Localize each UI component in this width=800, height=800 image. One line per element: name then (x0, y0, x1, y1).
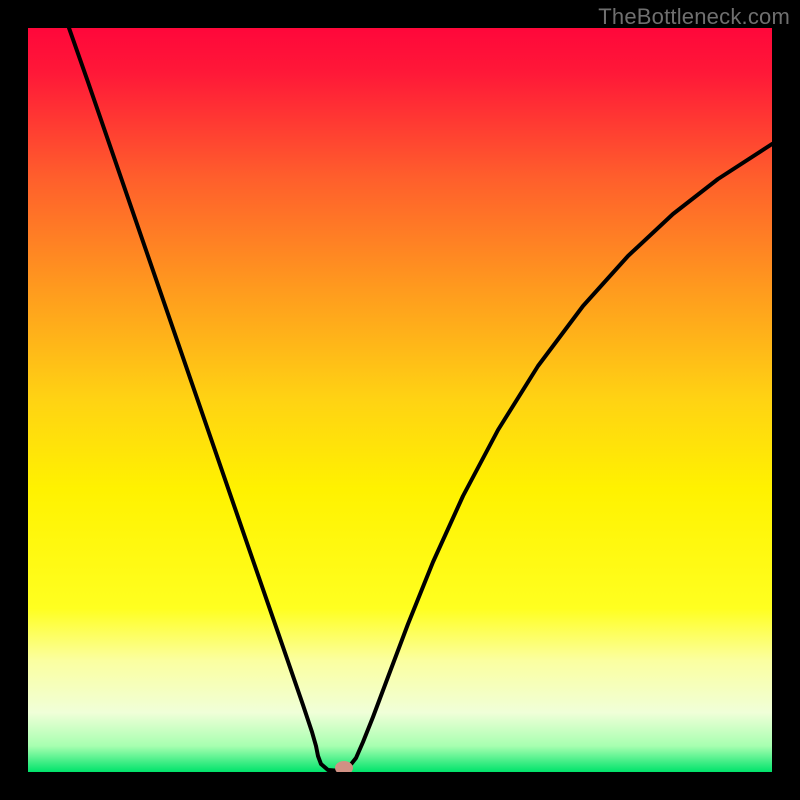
watermark-text: TheBottleneck.com (598, 4, 790, 30)
bottleneck-chart (28, 28, 772, 772)
chart-frame (28, 28, 772, 772)
gradient-background (28, 28, 772, 772)
